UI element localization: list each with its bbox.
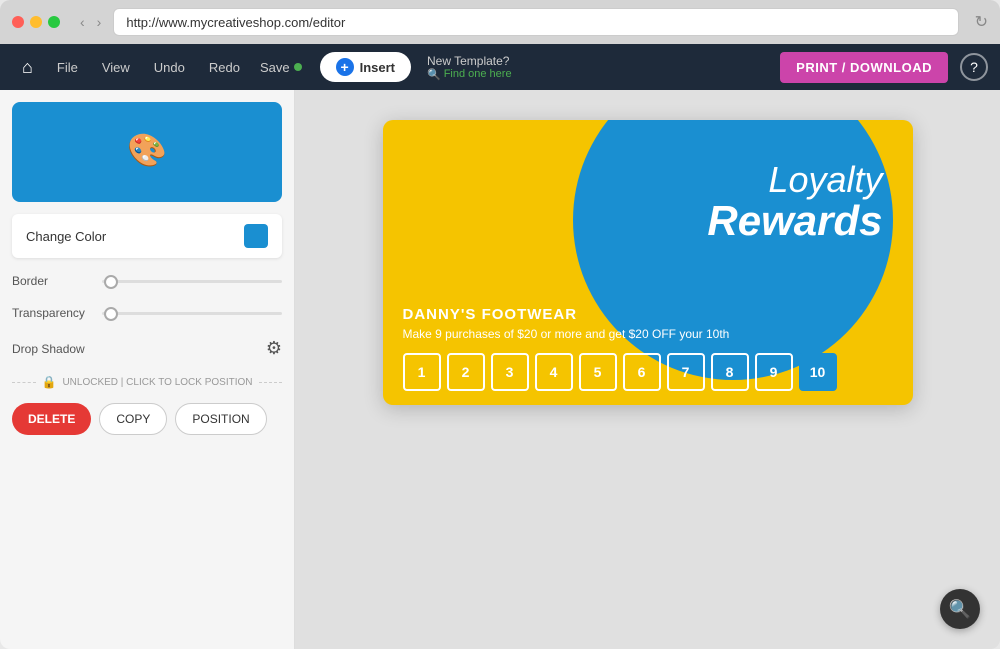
border-slider[interactable] [102,280,282,283]
browser-titlebar: ‹ › http:// www.mycreativeshop.com/edito… [0,0,1000,44]
zoom-icon: 🔍 [949,599,971,620]
save-label: Save [260,60,290,75]
delete-button[interactable]: DELETE [12,403,91,435]
save-indicator [294,63,302,71]
home-button[interactable]: ⌂ [12,51,43,84]
browser-window: ‹ › http:// www.mycreativeshop.com/edito… [0,0,1000,649]
punch-4[interactable]: 4 [535,353,573,391]
loyalty-card[interactable]: Loyalty Rewards DANNY'S FOOTWEAR Make 9 … [383,120,913,405]
find-one-text: Find one here [444,68,512,80]
top-navbar: ⌂ File View Undo Redo Save + Insert New … [0,44,1000,90]
color-swatch[interactable] [244,224,268,248]
lock-row[interactable]: 🔒 UNLOCKED | CLICK TO LOCK POSITION [12,375,282,389]
copy-button[interactable]: COPY [99,403,167,435]
card-description: Make 9 purchases of $20 or more and get … [403,327,893,341]
file-menu[interactable]: File [47,54,88,81]
punch-7[interactable]: 7 [667,353,705,391]
punch-2[interactable]: 2 [447,353,485,391]
punch-3[interactable]: 3 [491,353,529,391]
question-mark-icon: ? [970,59,978,75]
lock-dash-left [12,382,36,383]
lock-icon: 🔒 [42,375,57,389]
punch-9[interactable]: 9 [755,353,793,391]
border-label: Border [12,274,92,288]
url-bar[interactable]: http:// www.mycreativeshop.com/editor [113,8,958,36]
new-template-label: New Template? [427,54,512,68]
url-text: http:// [126,15,159,30]
traffic-lights [12,16,60,28]
view-menu[interactable]: View [92,54,140,81]
change-color-row[interactable]: Change Color [12,214,282,258]
card-title: Loyalty Rewards [707,160,882,242]
color-panel-header: 🎨 [12,102,282,202]
left-panel: 🎨 Change Color Border Transparency [0,90,295,649]
business-name: DANNY'S FOOTWEAR [403,306,893,323]
punch-8[interactable]: 8 [711,353,749,391]
url-domain: www.mycreativeshop.com/editor [159,15,345,30]
redo-button[interactable]: Redo [199,54,250,81]
zoom-button[interactable]: 🔍 [940,589,980,629]
forward-arrow[interactable]: › [93,12,106,32]
transparency-slider[interactable] [102,312,282,315]
border-row: Border [12,274,282,288]
drop-shadow-label: Drop Shadow [12,342,85,356]
maximize-button[interactable] [48,16,60,28]
magnifier-icon: 🔍 [427,68,441,81]
punch-1[interactable]: 1 [403,353,441,391]
card-bottom: DANNY'S FOOTWEAR Make 9 purchases of $20… [383,292,913,405]
canvas-area: Loyalty Rewards DANNY'S FOOTWEAR Make 9 … [295,90,1000,649]
insert-plus-icon: + [336,58,354,76]
punch-cards: 1 2 3 4 5 6 7 8 9 10 [403,353,893,391]
lock-label: UNLOCKED | CLICK TO LOCK POSITION [62,377,252,388]
minimize-button[interactable] [30,16,42,28]
back-arrow[interactable]: ‹ [76,12,89,32]
save-button[interactable]: Save [254,54,308,81]
app-container: ⌂ File View Undo Redo Save + Insert New … [0,44,1000,649]
nav-arrows: ‹ › [76,12,105,32]
drop-shadow-row: Drop Shadow ⚙ [12,338,282,359]
loyalty-text: Loyalty [707,160,882,200]
punch-10[interactable]: 10 [799,353,837,391]
punch-6[interactable]: 6 [623,353,661,391]
close-button[interactable] [12,16,24,28]
rewards-text: Rewards [707,200,882,242]
new-template-section: New Template? 🔍 Find one here [427,54,512,81]
undo-button[interactable]: Undo [144,54,195,81]
change-color-label: Change Color [26,229,106,244]
help-button[interactable]: ? [960,53,988,81]
transparency-slider-thumb[interactable] [104,307,118,321]
transparency-row: Transparency [12,306,282,320]
reload-button[interactable]: ↻ [975,12,988,32]
transparency-label: Transparency [12,306,92,320]
action-buttons: DELETE COPY POSITION [12,403,282,435]
position-button[interactable]: POSITION [175,403,266,435]
shadow-settings-icon[interactable]: ⚙ [266,338,282,359]
lock-dash-right [259,382,283,383]
main-content: 🎨 Change Color Border Transparency [0,90,1000,649]
punch-5[interactable]: 5 [579,353,617,391]
border-slider-thumb[interactable] [104,275,118,289]
print-download-button[interactable]: PRINT / DOWNLOAD [780,52,948,83]
palette-icon: 🎨 [127,131,167,169]
find-one-link[interactable]: 🔍 Find one here [427,68,512,81]
insert-label: Insert [360,60,395,75]
insert-button[interactable]: + Insert [320,52,411,82]
